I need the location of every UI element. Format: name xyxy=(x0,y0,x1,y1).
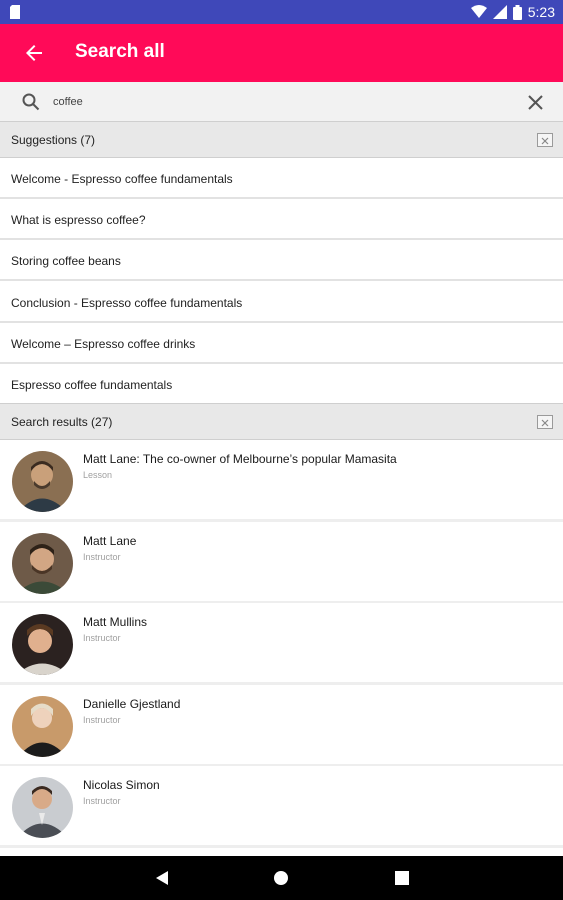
signal-icon xyxy=(492,5,507,19)
sd-card-icon xyxy=(10,5,20,19)
search-icon xyxy=(22,93,40,111)
page-title: Search all xyxy=(75,41,165,62)
nav-back-icon[interactable] xyxy=(155,870,169,886)
suggestion-label: Storing coffee beans xyxy=(11,254,121,268)
result-item[interactable]: Danielle Gjestland Instructor xyxy=(0,685,563,764)
nav-recent-apps-icon[interactable] xyxy=(395,871,409,885)
person-photo-icon xyxy=(12,451,73,512)
clear-search-icon[interactable] xyxy=(527,94,544,111)
navigation-bar xyxy=(0,856,563,900)
suggestion-item[interactable]: Welcome - Espresso coffee fundamentals xyxy=(0,158,563,199)
person-photo-icon xyxy=(12,696,73,757)
person-photo-icon xyxy=(12,533,73,594)
status-time: 5:23 xyxy=(527,4,555,20)
search-bar xyxy=(0,82,563,122)
result-item[interactable]: Nicolas Simon Instructor xyxy=(0,766,563,845)
search-results-list[interactable]: Matt Lane: The co-owner of Melbourne’s p… xyxy=(0,440,563,856)
result-type: Instructor xyxy=(83,715,121,725)
battery-icon xyxy=(512,4,522,20)
suggestions-header: Suggestions (7) xyxy=(0,121,563,158)
result-item[interactable]: Matt Lane Instructor xyxy=(0,522,563,601)
nav-home-icon[interactable] xyxy=(273,870,289,886)
avatar xyxy=(12,533,73,594)
avatar xyxy=(12,696,73,757)
result-type: Instructor xyxy=(83,796,121,806)
result-type: Instructor xyxy=(83,552,121,562)
result-name: Danielle Gjestland xyxy=(83,697,181,711)
avatar xyxy=(12,614,73,675)
suggestion-item[interactable]: Conclusion - Espresso coffee fundamental… xyxy=(0,282,563,323)
search-results-header-label: Search results (27) xyxy=(11,415,113,429)
result-type: Lesson xyxy=(83,470,113,480)
result-name: Nicolas Simon xyxy=(83,778,160,792)
suggestion-label: Espresso coffee fundamentals xyxy=(11,378,173,392)
result-name: Matt Lane xyxy=(83,534,137,548)
suggestion-label: Welcome – Espresso coffee drinks xyxy=(11,337,196,351)
result-name: Matt Mullins xyxy=(83,615,148,629)
dismiss-suggestions-button[interactable] xyxy=(537,133,553,147)
suggestion-label: Welcome - Espresso coffee fundamentals xyxy=(11,172,233,186)
suggestions-header-label: Suggestions (7) xyxy=(11,133,96,147)
close-icon xyxy=(541,419,549,427)
suggestion-item[interactable]: Welcome – Espresso coffee drinks xyxy=(0,323,563,364)
result-item[interactable] xyxy=(0,848,563,856)
back-arrow-icon[interactable] xyxy=(22,41,46,65)
suggestion-item[interactable]: Storing coffee beans xyxy=(0,240,563,281)
wifi-icon xyxy=(470,5,487,18)
suggestion-label: Conclusion - Espresso coffee fundamental… xyxy=(11,296,243,310)
result-name: Matt Lane: The co-owner of Melbourne’s p… xyxy=(83,452,397,466)
search-results-header: Search results (27) xyxy=(0,403,563,440)
avatar xyxy=(12,777,73,838)
suggestion-label: What is espresso coffee? xyxy=(11,213,146,227)
person-photo-icon xyxy=(12,777,73,838)
close-icon xyxy=(541,137,549,145)
result-item[interactable]: Matt Mullins Instructor xyxy=(0,603,563,682)
result-type: Instructor xyxy=(83,633,121,643)
dismiss-results-button[interactable] xyxy=(537,415,553,429)
status-bar: 5:23 xyxy=(0,0,563,24)
result-item[interactable]: Matt Lane: The co-owner of Melbourne’s p… xyxy=(0,440,563,519)
search-input[interactable] xyxy=(53,92,493,112)
suggestion-item[interactable]: What is espresso coffee? xyxy=(0,199,563,240)
app-bar: Search all xyxy=(0,24,563,82)
person-photo-icon xyxy=(12,614,73,675)
avatar xyxy=(12,451,73,512)
suggestion-item[interactable]: Espresso coffee fundamentals xyxy=(0,364,563,405)
